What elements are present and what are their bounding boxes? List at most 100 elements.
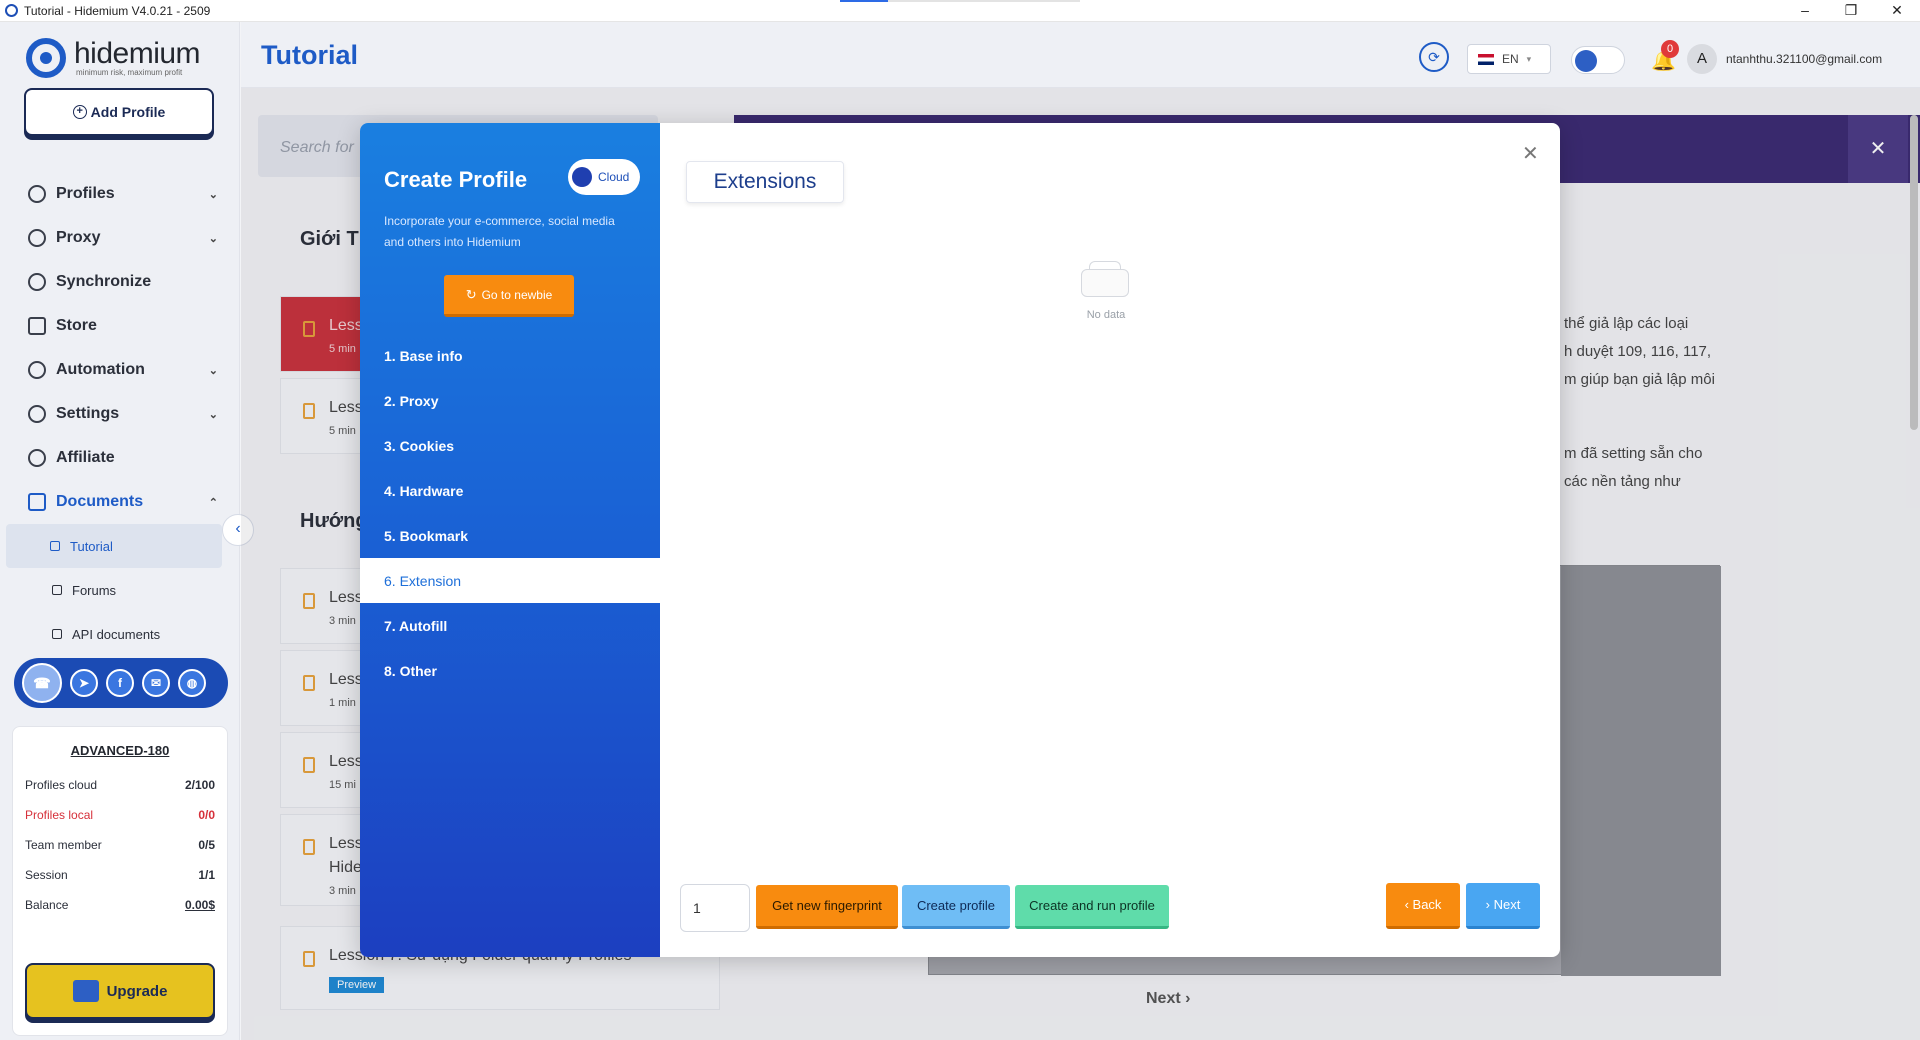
chevron-down-icon: ⌄ (208, 408, 218, 421)
telegram-icon[interactable]: ➤ (70, 669, 98, 697)
header: Tutorial ⟳ EN ▾ 🔔 0 A ntanhthu.321100@gm… (241, 22, 1920, 88)
sidebar-item-label: Documents (56, 493, 144, 510)
load-progress (840, 0, 1080, 2)
modal-description: Incorporate your e-commerce, social medi… (384, 214, 615, 249)
sidebar-subitem-label: Tutorial (70, 538, 113, 554)
create-profile-button[interactable]: Create profile (902, 885, 1010, 929)
window-controls: – ❐ ✕ (1782, 0, 1920, 22)
upgrade-label: Upgrade (106, 982, 168, 1000)
plan-row-value: 2/100 (184, 778, 215, 792)
sidebar-item-synchronize[interactable]: Synchronize (0, 260, 240, 304)
documents-icon (28, 493, 46, 511)
plan-row: Session 1/1 (13, 860, 227, 890)
step-other[interactable]: 8. Other (360, 648, 660, 693)
sidebar-subitem-tutorial[interactable]: Tutorial (6, 524, 222, 568)
rocket-icon (50, 541, 60, 551)
extensions-tab[interactable]: Extensions (686, 161, 844, 203)
plan-row-value: 0/5 (198, 838, 215, 852)
chevron-down-icon: ⌄ (208, 364, 218, 377)
step-hardware[interactable]: 4. Hardware (360, 468, 660, 513)
logo[interactable]: hidemium minimum risk, maximum profit (26, 36, 201, 78)
api-icon (52, 629, 62, 639)
profile-quantity-input[interactable] (680, 884, 750, 932)
plan-card: ADVANCED-180 Profiles cloud 2/100 Profil… (12, 726, 228, 1036)
minimize-button[interactable]: – (1782, 0, 1828, 22)
logo-name: hidemium (74, 36, 201, 70)
go-to-newbie-button[interactable]: ↻ Go to newbie (444, 275, 574, 317)
automation-icon (28, 361, 46, 379)
plan-row-value: 0/0 (198, 808, 215, 822)
plan-row-value: 1/1 (198, 868, 215, 882)
sidebar-subitem-label: API documents (72, 626, 161, 642)
mail-icon[interactable]: ✉ (142, 669, 170, 697)
sync-gear-icon (28, 273, 46, 291)
page-title: Tutorial (261, 40, 358, 70)
window-titlebar: Tutorial - Hidemium V4.0.21 - 2509 – ❐ ✕ (0, 0, 1920, 22)
plan-row: Profiles cloud 2/100 (13, 770, 227, 800)
plan-row-label: Balance (25, 898, 69, 912)
empty-state-text: No data (1086, 309, 1126, 321)
empty-inbox-icon (1079, 259, 1131, 299)
chevron-down-icon: ⌄ (208, 188, 218, 201)
sidebar-subitem-api-documents[interactable]: API documents (0, 612, 240, 656)
create-profile-modal: Create Profile Cloud Incorporate your e-… (360, 123, 1560, 957)
plan-row: Profiles local 0/0 (13, 800, 227, 830)
sidebar-item-automation[interactable]: Automation ⌄ (0, 348, 240, 392)
plan-row-label: Session (25, 868, 68, 882)
support-icon[interactable]: ☎ (22, 663, 62, 703)
go-to-newbie-label: Go to newbie (481, 287, 553, 302)
sidebar-item-documents[interactable]: Documents ⌃ (0, 480, 240, 524)
plan-row-label: Profiles local (25, 808, 94, 822)
back-button[interactable]: ‹ Back (1386, 883, 1460, 929)
cloud-toggle[interactable]: Cloud (568, 159, 640, 195)
notification-badge: 0 (1661, 40, 1679, 58)
plan-row-label: Profiles cloud (25, 778, 98, 792)
step-cookies[interactable]: 3. Cookies (360, 423, 660, 468)
step-base-info[interactable]: 1. Base info (360, 333, 660, 378)
step-extension[interactable]: 6. Extension (360, 558, 660, 603)
next-button[interactable]: › Next (1466, 883, 1540, 929)
plan-row: Balance 0.00$ (13, 890, 227, 920)
avatar[interactable]: A (1687, 44, 1717, 74)
create-and-run-profile-button[interactable]: Create and run profile (1015, 885, 1169, 929)
download-sync-icon[interactable]: ⟳ (1419, 42, 1449, 72)
website-icon[interactable]: ◍ (178, 669, 206, 697)
step-autofill[interactable]: 7. Autofill (360, 603, 660, 648)
profiles-icon (28, 185, 46, 203)
language-label: EN (1502, 52, 1519, 66)
sidebar-item-store[interactable]: Store (0, 304, 240, 348)
step-proxy[interactable]: 2. Proxy (360, 378, 660, 423)
maximize-button[interactable]: ❐ (1828, 0, 1874, 22)
sidebar-item-affiliate[interactable]: Affiliate (0, 436, 240, 480)
close-modal-icon[interactable]: ✕ (1522, 141, 1539, 166)
step-bookmark[interactable]: 5. Bookmark (360, 513, 660, 558)
sidebar-item-profiles[interactable]: Profiles ⌄ (0, 172, 240, 216)
sidebar-item-label: Store (56, 317, 97, 334)
modal-title: Create Profile (384, 167, 528, 192)
sidebar-item-label: Synchronize (56, 273, 152, 290)
step-list: 1. Base info 2. Proxy 3. Cookies 4. Hard… (360, 333, 660, 693)
toggle-knob (572, 167, 592, 187)
theme-toggle[interactable] (1571, 46, 1625, 74)
logo-tagline: minimum risk, maximum profit (76, 67, 183, 77)
get-new-fingerprint-button[interactable]: Get new fingerprint (756, 885, 898, 929)
window-title: Tutorial - Hidemium V4.0.21 - 2509 (24, 3, 211, 18)
user-email: ntanhthu.321100@gmail.com (1726, 52, 1883, 66)
chevron-down-icon: ⌄ (208, 232, 218, 245)
affiliate-icon (28, 449, 46, 467)
forum-icon (52, 585, 62, 595)
facebook-icon[interactable]: f (106, 669, 134, 697)
upgrade-button[interactable]: Upgrade (25, 963, 215, 1019)
sidebar-item-settings[interactable]: Settings ⌄ (0, 392, 240, 436)
add-profile-label: Add Profile (90, 104, 166, 120)
gear-icon (28, 405, 46, 423)
sidebar-subitem-forums[interactable]: Forums (0, 568, 240, 612)
sidebar-item-label: Profiles (56, 185, 115, 202)
language-select[interactable]: EN ▾ (1467, 44, 1551, 74)
upgrade-icon (72, 980, 99, 1002)
sidebar-item-proxy[interactable]: Proxy ⌄ (0, 216, 240, 260)
plan-title[interactable]: ADVANCED-180 (13, 743, 227, 758)
add-profile-button[interactable]: + Add Profile (24, 88, 214, 136)
sidebar-item-label: Affiliate (56, 449, 115, 466)
close-window-button[interactable]: ✕ (1874, 0, 1920, 22)
